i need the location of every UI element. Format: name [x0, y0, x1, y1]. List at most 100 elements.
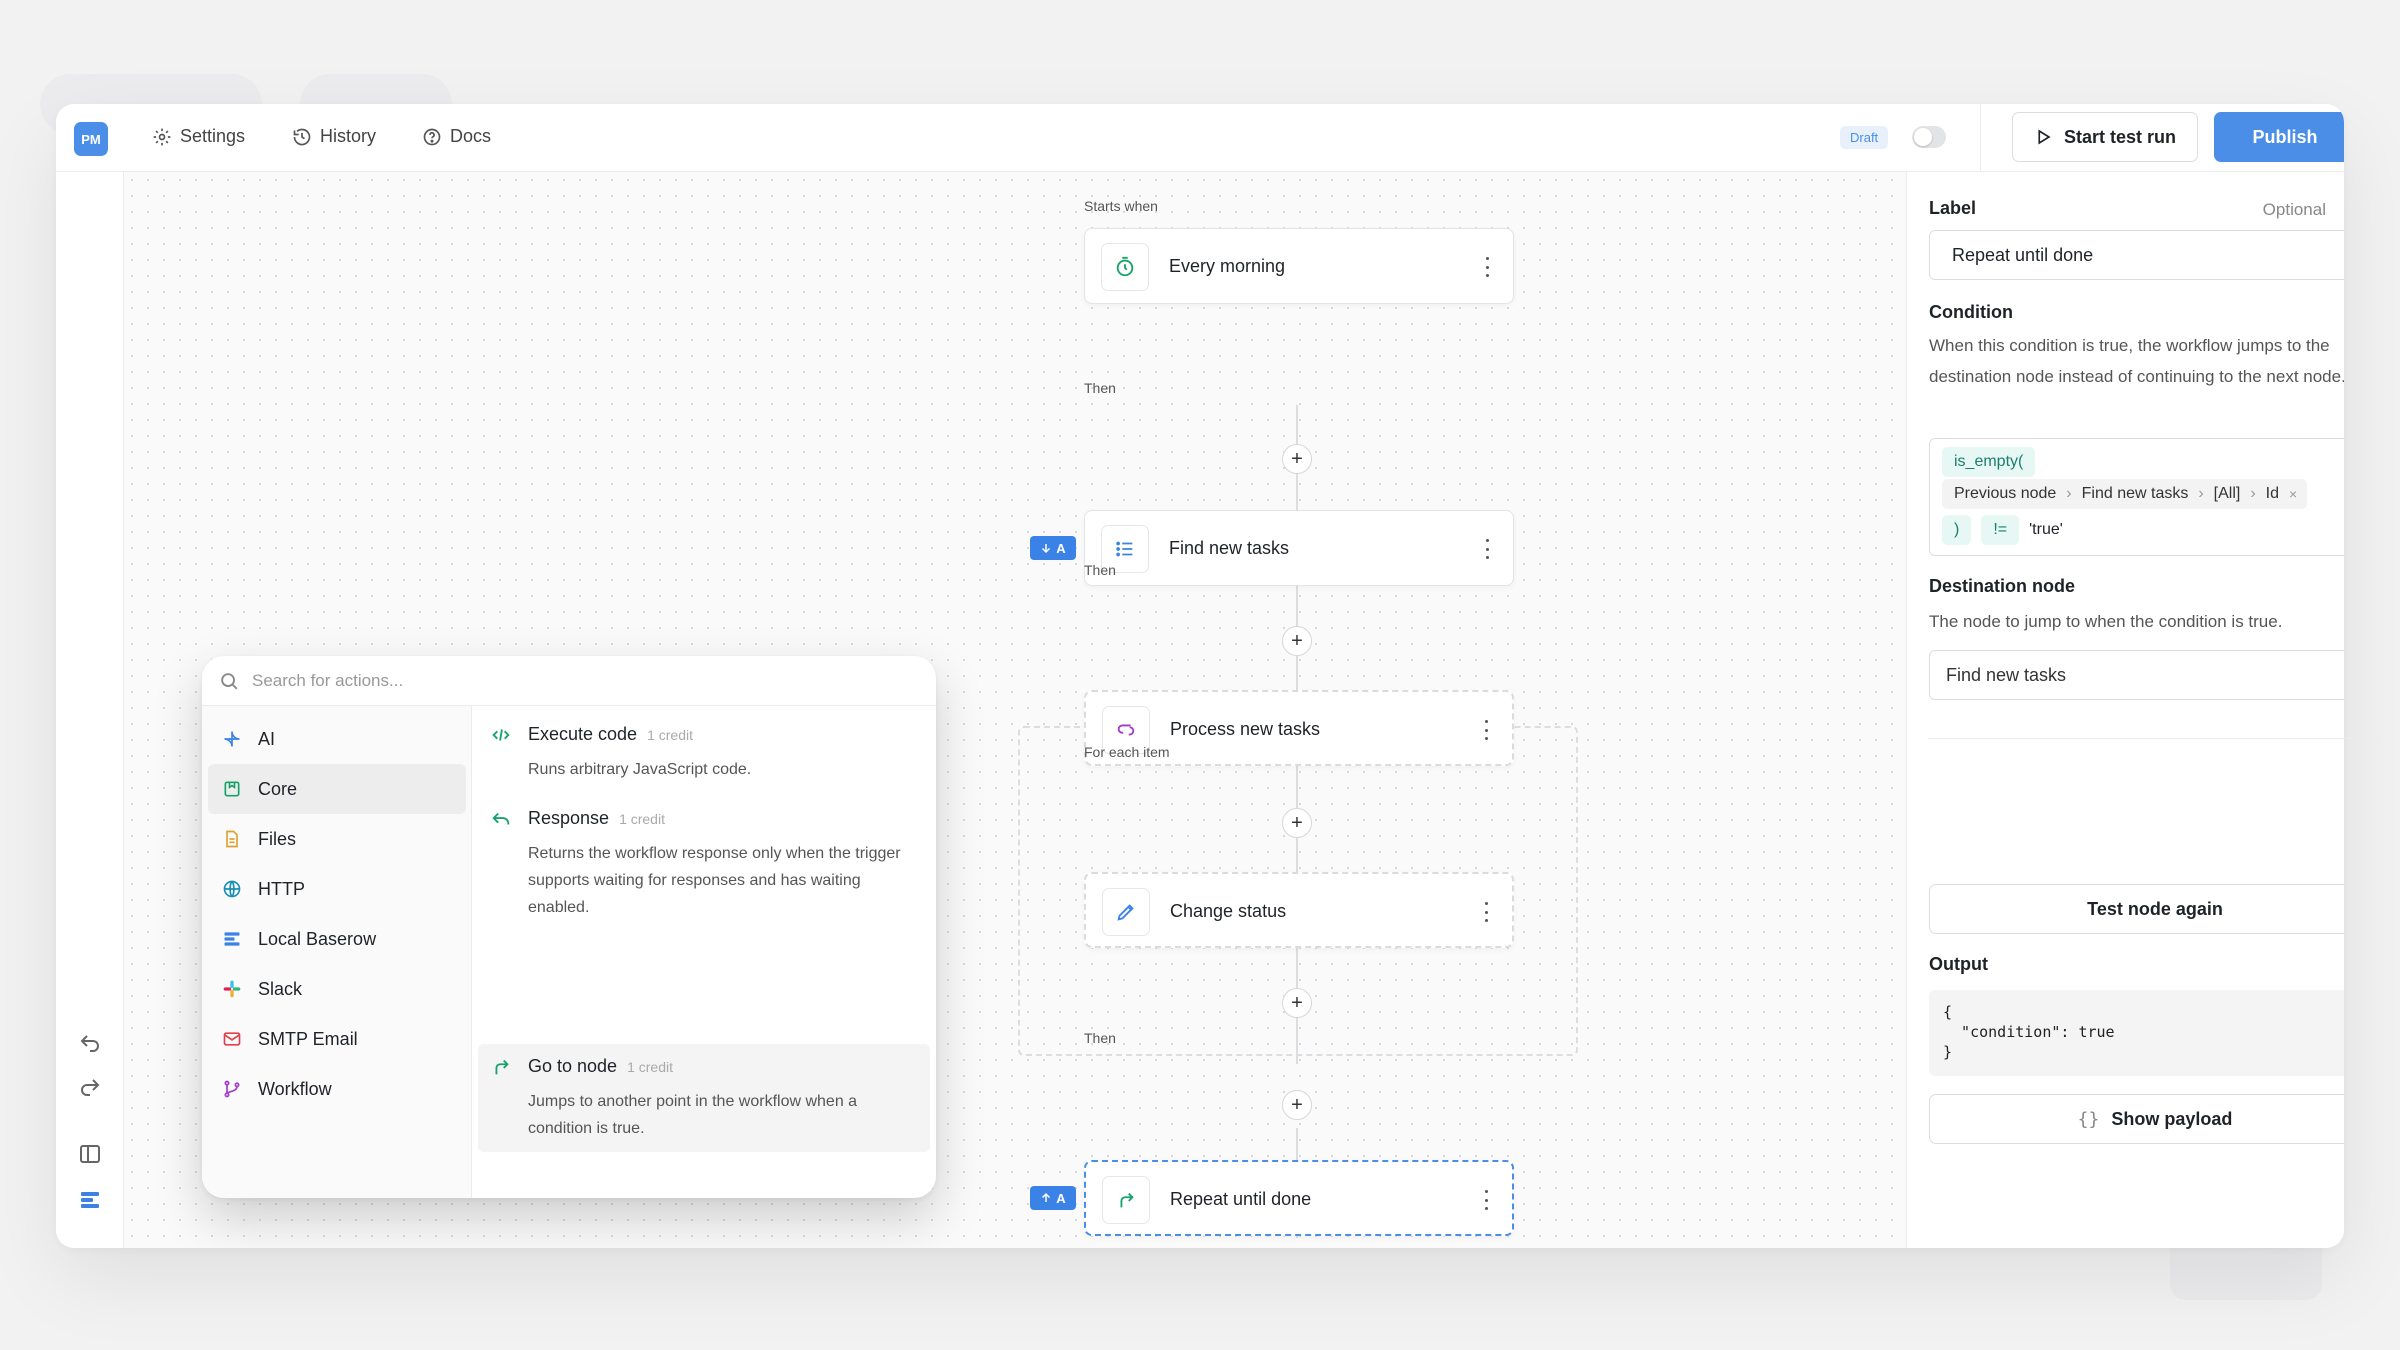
list-icon: [1116, 541, 1133, 557]
category-http[interactable]: HTTP: [208, 864, 466, 914]
node-every-morning[interactable]: Every morning: [1084, 228, 1514, 304]
test-node-again-button[interactable]: Test node again: [1929, 884, 2344, 934]
action-credit: 1 credit: [647, 727, 693, 743]
category-label: SMTP Email: [258, 1028, 358, 1049]
node-title: Every morning: [1169, 256, 1286, 276]
nav-history[interactable]: History: [292, 126, 376, 147]
destination-help: The node to jump to when the condition i…: [1929, 612, 2283, 631]
label-input[interactable]: Repeat until done: [1929, 230, 2344, 280]
category-label: AI: [258, 728, 276, 749]
node-title: Process new tasks: [1170, 719, 1321, 739]
workflow-canvas[interactable]: Starts when Every morning + Then A Find …: [124, 172, 1906, 1248]
nav-docs-label: Docs: [450, 126, 492, 146]
show-payload-label: Show payload: [2111, 1108, 2233, 1129]
node-title: Change status: [1170, 901, 1287, 921]
condition-formula-input[interactable]: is_empty( Previous node › Find new tasks…: [1929, 438, 2344, 556]
category-local-baserow[interactable]: Local Baserow: [208, 914, 466, 964]
formula-row: is_empty(: [1942, 447, 2036, 477]
trigger-heading: Starts when: [1084, 198, 1158, 214]
node-ref-badge: A: [1030, 536, 1076, 560]
publish-button[interactable]: Publish: [2214, 112, 2344, 162]
node-ref-letter: A: [1056, 1190, 1066, 1206]
category-smtp-email[interactable]: SMTP Email: [208, 1014, 466, 1064]
nav-settings[interactable]: Settings: [152, 126, 245, 147]
action-description: Jumps to another point in the workflow w…: [528, 1093, 858, 1137]
redo-icon[interactable]: [78, 1076, 102, 1100]
category-core[interactable]: Core: [208, 764, 466, 814]
nav-docs[interactable]: Docs: [422, 126, 491, 147]
category-ai[interactable]: AI: [208, 714, 466, 764]
timer-icon: [1116, 256, 1134, 277]
then-label: Then: [1084, 1030, 1116, 1046]
panel-toggle-icon[interactable]: [78, 1142, 102, 1166]
node-find-new-tasks[interactable]: Find new tasks: [1084, 510, 1514, 586]
test-node-again-label: Test node again: [2087, 898, 2223, 919]
pencil-icon: [1117, 904, 1134, 921]
category-label: Core: [258, 778, 298, 799]
category-files[interactable]: Files: [208, 814, 466, 864]
loop-icon: [1117, 724, 1135, 736]
add-node-button[interactable]: +: [1282, 626, 1312, 656]
action-picker-popover: AI Core Files HTTP Local Baserow: [202, 656, 936, 1198]
output-heading: Output: [1929, 954, 1988, 974]
show-payload-button[interactable]: {} Show payload: [1929, 1094, 2344, 1144]
globe-icon: [223, 880, 241, 898]
chevron-right-icon: ›: [2198, 485, 2204, 502]
node-menu-icon[interactable]: [1484, 902, 1488, 922]
node-change-status[interactable]: Change status: [1084, 872, 1514, 948]
destination-select-value: Find new tasks: [1946, 665, 2067, 685]
help-icon: [423, 128, 441, 145]
action-search-input[interactable]: [252, 668, 852, 694]
gear-icon: [153, 128, 171, 145]
action-title: Response 1 credit: [528, 808, 665, 829]
add-node-button[interactable]: +: [1282, 808, 1312, 838]
action-description: Returns the workflow response only when …: [528, 845, 901, 916]
sparkle-icon: [224, 731, 240, 747]
action-title-text: Response: [528, 808, 610, 828]
category-list: AI Core Files HTTP Local Baserow Slack S…: [202, 706, 472, 1198]
add-node-button[interactable]: +: [1282, 1090, 1312, 1120]
destination-select[interactable]: Find new tasks: [1929, 650, 2344, 700]
node-repeat-until-done[interactable]: Repeat until done: [1084, 1160, 1514, 1236]
path-segment: Find new tasks: [2081, 485, 2189, 502]
action-go-to-node[interactable]: Go to node 1 credit Jumps to another poin…: [478, 1044, 930, 1152]
node-title: Find new tasks: [1169, 538, 1290, 558]
category-workflow[interactable]: Workflow: [208, 1064, 466, 1114]
category-label: HTTP: [258, 878, 305, 899]
node-menu-icon[interactable]: [1485, 257, 1489, 277]
condition-heading: Condition: [1929, 302, 2013, 322]
nav-settings-label: Settings: [180, 126, 246, 146]
baserow-icon[interactable]: [78, 1188, 102, 1212]
slack-icon: [223, 980, 241, 998]
add-node-button[interactable]: +: [1282, 444, 1312, 474]
app-logo[interactable]: PM: [74, 122, 108, 156]
formula-function-close: ): [1942, 515, 1972, 545]
node-ref-badge: A: [1030, 1186, 1076, 1210]
start-test-run-button[interactable]: Start test run: [2012, 112, 2198, 162]
add-node-button[interactable]: +: [1282, 988, 1312, 1018]
destination-heading: Destination node: [1929, 576, 2076, 596]
publish-toggle[interactable]: [1912, 126, 1946, 148]
node-menu-icon[interactable]: [1485, 539, 1489, 559]
formula-literal: 'true': [2029, 521, 2063, 538]
branch-icon: [224, 1080, 240, 1098]
left-rail: [56, 172, 124, 1248]
output-code: { "condition": true }: [1929, 990, 2344, 1076]
jump-arrow-icon: [495, 1059, 509, 1075]
close-icon[interactable]: ×: [2289, 486, 2297, 502]
action-description: Runs arbitrary JavaScript code.: [528, 761, 752, 778]
node-menu-icon[interactable]: [1484, 1190, 1488, 1210]
label-optional: Optional: [2262, 200, 2326, 219]
category-label: Local Baserow: [258, 928, 377, 949]
for-each-label: For each item: [1084, 744, 1170, 760]
then-label: Then: [1084, 562, 1116, 578]
node-menu-icon[interactable]: [1484, 720, 1488, 740]
play-icon: [2038, 129, 2051, 145]
node-icon-box: [1102, 1176, 1150, 1224]
node-title: Repeat until done: [1170, 1189, 1312, 1209]
reply-icon: [492, 812, 510, 825]
action-response[interactable]: Response 1 credit Returns the workflow re…: [478, 796, 930, 926]
category-slack[interactable]: Slack: [208, 964, 466, 1014]
action-execute-code[interactable]: Execute code 1 credit Runs arbitrary Java…: [478, 712, 930, 788]
undo-icon[interactable]: [78, 1032, 102, 1056]
